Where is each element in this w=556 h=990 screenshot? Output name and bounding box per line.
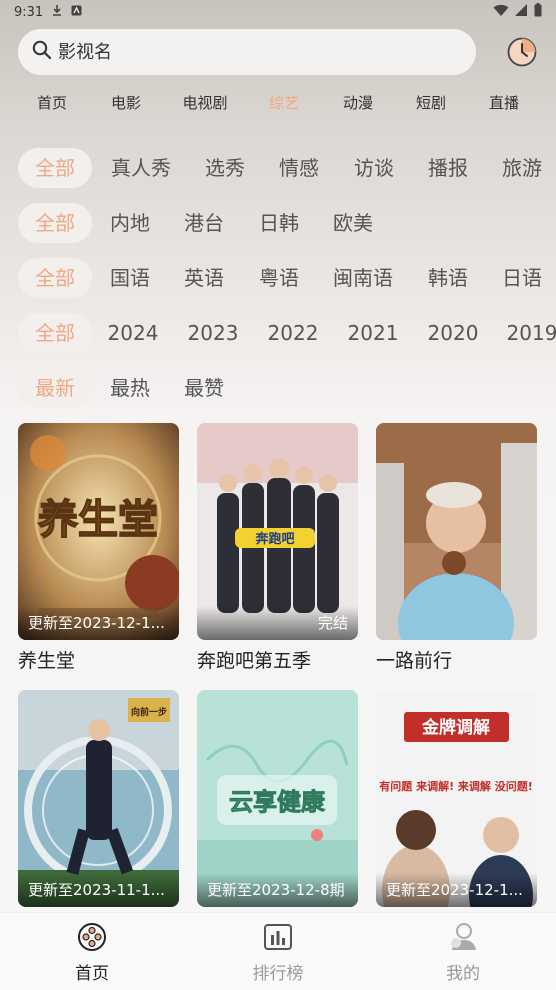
show-card[interactable]: 一路前行 [376,423,537,673]
poster-image: 向前一步 更新至2023-11-1... [18,690,179,907]
filter-year-option[interactable]: 2022 [268,313,319,353]
poster-image: 云享健康 更新至2023-12-8期 [197,690,358,907]
show-card[interactable]: 向前一步 更新至2023-11-1... [18,690,179,913]
tab-live[interactable]: 直播 [489,92,519,113]
poster-title-art: 养生堂 [38,496,158,543]
chart-icon [262,921,294,953]
poster-title-art: 向前一步 [131,706,167,718]
filter-language-option[interactable]: 粤语 [259,258,299,298]
history-button[interactable] [506,36,538,68]
filter-genre-option[interactable]: 情感 [279,148,319,188]
sort-most-liked[interactable]: 最赞 [184,368,224,408]
search-row [18,28,538,76]
filter-region-option[interactable]: 内地 [110,203,150,243]
filter-genre-option[interactable]: 旅游 [502,148,542,188]
battery-icon [534,3,542,21]
tab-tv-series[interactable]: 电视剧 [182,92,227,113]
tab-variety[interactable]: 综艺 [269,92,299,113]
search-box[interactable] [18,29,476,75]
bottom-nav-label: 我的 [446,964,480,984]
filter-year-option[interactable]: 2020 [428,313,479,353]
filter-year-option[interactable]: 2024 [108,313,159,353]
filter-year-option[interactable]: 2023 [188,313,239,353]
show-card[interactable]: 奔跑吧 完结 奔跑吧第五季 [197,423,358,673]
wifi-icon [493,4,509,21]
category-tabs: 首页 电影 电视剧 综艺 动漫 短剧 直播 [0,92,556,120]
sort-filter-row: 最新 最热 最赞 [0,368,556,408]
person-icon [447,921,479,953]
status-time: 9:31 [14,4,44,20]
update-badge: 更新至2023-11-1... [18,873,179,907]
update-badge: 更新至2023-12-1... [376,873,537,907]
show-title: 奔跑吧第五季 [197,650,312,672]
status-badge: 完结 [197,606,358,640]
language-filter-row: 全部 国语 英语 粤语 闽南语 韩语 日语 [0,258,556,298]
genre-filter-row: 全部 真人秀 选秀 情感 访谈 播报 旅游 [0,148,556,188]
filter-language-option[interactable]: 国语 [110,258,150,298]
filter-language-option[interactable]: 英语 [184,258,224,298]
bottom-nav-ranking[interactable]: 排行榜 [218,921,338,984]
film-reel-icon [76,921,108,953]
filter-year-option[interactable]: 2021 [348,313,399,353]
sort-latest[interactable]: 最新 [18,368,92,408]
filter-language-option[interactable]: 日语 [502,258,542,298]
poster-slogan-art: 有问题 来调解! 来调解 没问题! [379,779,533,793]
status-bar: 9:31 [0,0,556,24]
tab-movie[interactable]: 电影 [111,92,141,113]
signal-icon [515,3,528,21]
poster-image [376,423,537,640]
filter-year-option[interactable]: 2019 [507,313,556,353]
search-icon [32,40,52,64]
poster-title-art: 金牌调解 [421,717,490,738]
search-input[interactable] [58,41,438,63]
filter-region-option[interactable]: 日韩 [259,203,299,243]
poster-title-art: 奔跑吧 [254,531,294,547]
update-badge: 更新至2023-12-1... [18,606,179,640]
clock-history-icon [506,37,538,72]
filter-genre-option[interactable]: 播报 [428,148,468,188]
tab-home[interactable]: 首页 [37,92,67,113]
filter-language-option[interactable]: 闽南语 [333,258,393,298]
download-icon [51,4,63,21]
show-card[interactable]: 养生堂 更新至2023-12-1... 养生堂 [18,423,179,673]
filter-language-option[interactable]: 韩语 [428,258,468,298]
filter-region-all[interactable]: 全部 [18,203,92,243]
bottom-nav-home[interactable]: 首页 [32,921,152,984]
show-title: 一路前行 [376,650,453,672]
tab-anime[interactable]: 动漫 [343,92,373,113]
tab-short-drama[interactable]: 短剧 [416,92,446,113]
poster-title-art: 云享健康 [229,788,326,816]
poster-image: 养生堂 更新至2023-12-1... [18,423,179,640]
filter-genre-all[interactable]: 全部 [18,148,92,188]
year-filter-row: 全部 2024 2023 2022 2021 2020 2019 [0,313,556,353]
filter-genre-option[interactable]: 选秀 [205,148,245,188]
poster-image: 奔跑吧 完结 [197,423,358,640]
show-card[interactable]: 云享健康 更新至2023-12-8期 [197,690,358,913]
bottom-nav-label: 首页 [75,964,109,984]
bottom-navigation: 首页 排行榜 我的 [0,912,556,990]
bottom-nav-mine[interactable]: 我的 [403,921,523,984]
poster-image: 金牌调解 有问题 来调解! 来调解 没问题! 更新至2023-12-1... [376,690,537,907]
bottom-nav-label: 排行榜 [252,964,304,984]
filter-genre-option[interactable]: 真人秀 [111,148,171,188]
region-filter-row: 全部 内地 港台 日韩 欧美 [0,203,556,243]
filter-genre-option[interactable]: 访谈 [354,148,394,188]
update-badge: 更新至2023-12-8期 [197,873,358,907]
filter-language-all[interactable]: 全部 [18,258,92,298]
show-title: 养生堂 [18,650,76,672]
filter-region-option[interactable]: 欧美 [333,203,373,243]
filter-year-all[interactable]: 全部 [18,313,92,353]
sort-hottest[interactable]: 最热 [110,368,150,408]
filter-region-option[interactable]: 港台 [184,203,224,243]
app-notification-icon [71,5,82,20]
show-card[interactable]: 金牌调解 有问题 来调解! 来调解 没问题! 更新至2023-12-1... [376,690,537,913]
